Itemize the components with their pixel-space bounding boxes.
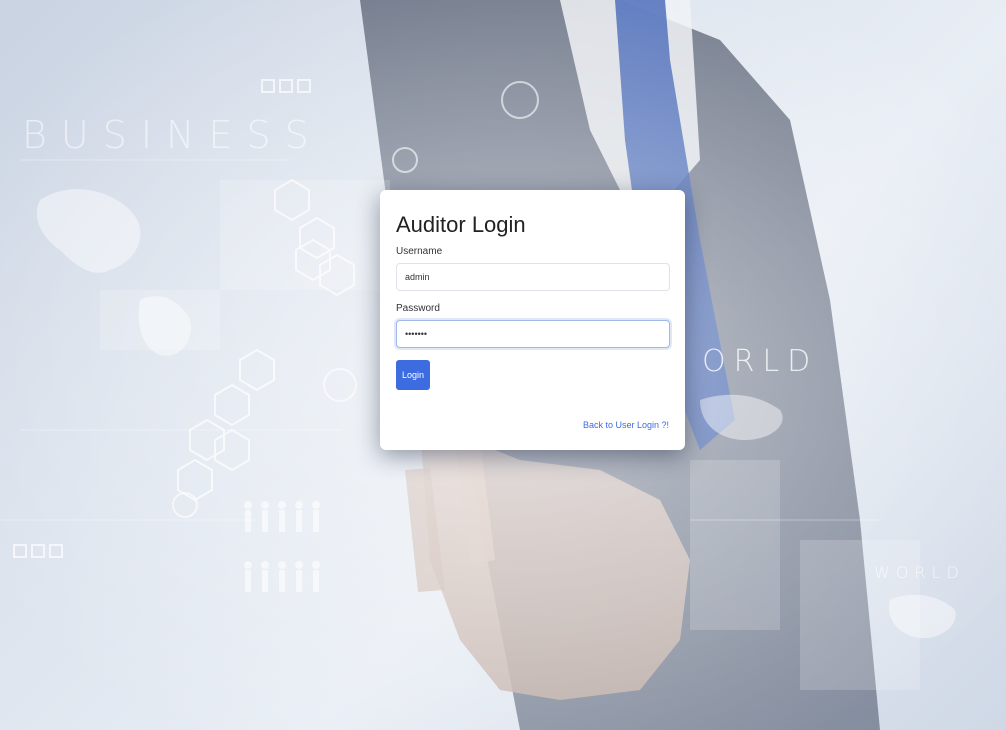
page-title: Auditor Login xyxy=(396,212,526,237)
back-to-user-login-link[interactable]: Back to User Login ?! xyxy=(583,420,669,430)
login-card: Auditor Login Username Password Login Ba… xyxy=(380,190,685,450)
login-button[interactable]: Login xyxy=(396,360,430,390)
username-label: Username xyxy=(396,246,443,257)
password-input[interactable] xyxy=(396,320,670,348)
background-business-text: BUSINESS xyxy=(22,113,323,157)
background-world-text: ORLD xyxy=(702,344,819,379)
password-label: Password xyxy=(396,303,440,314)
login-page: BUSINESS ORLD WORLD Auditor Login Userna… xyxy=(0,0,1006,730)
background-world-small-text: WORLD xyxy=(874,563,965,582)
username-input[interactable] xyxy=(396,263,670,291)
